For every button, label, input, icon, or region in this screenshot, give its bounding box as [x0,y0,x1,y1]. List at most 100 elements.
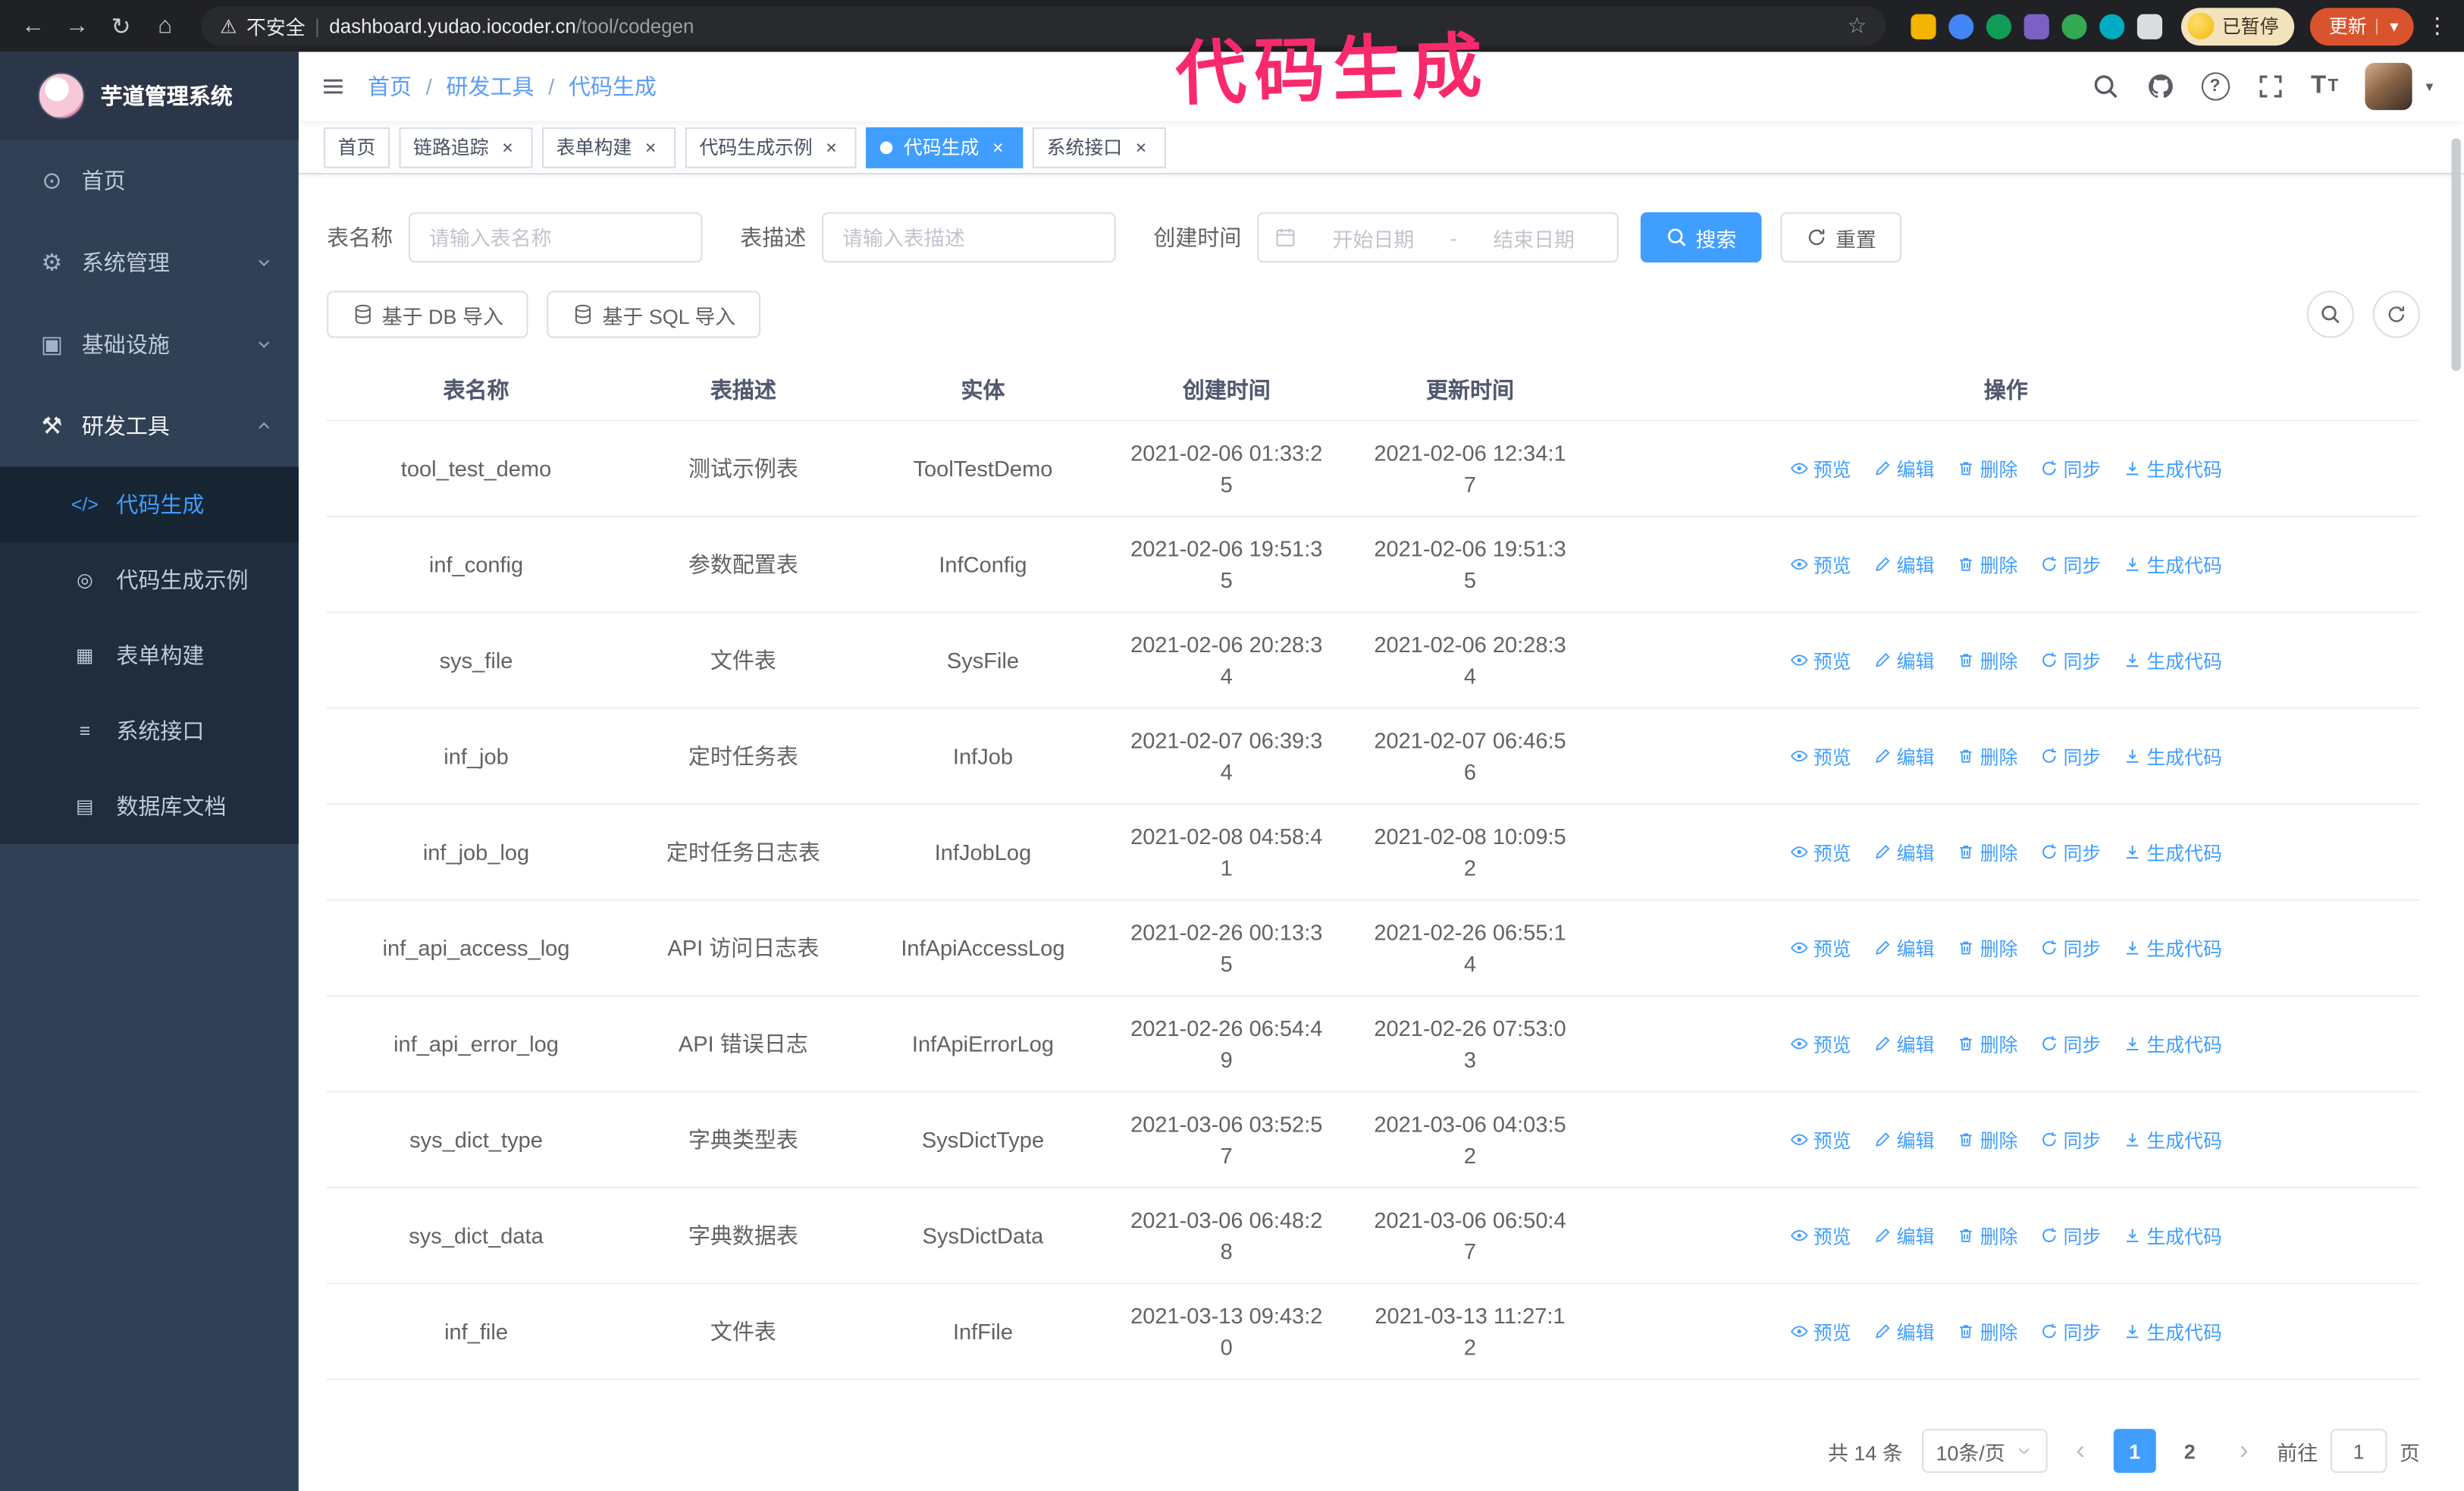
extension-icon[interactable] [2099,13,2125,39]
edit-link[interactable]: 编辑 [1873,551,1934,577]
search-icon[interactable] [2091,72,2119,100]
create-time-range-picker[interactable]: 开始日期 - 结束日期 [1257,212,1619,263]
close-icon[interactable]: × [640,136,662,158]
delete-link[interactable]: 删除 [1956,1126,2017,1153]
browser-address-bar[interactable]: ⚠ 不安全 | dashboard.yudao.iocoder.cn/tool/… [201,6,1886,46]
browser-update-button[interactable]: 更新 ▼ [2309,7,2414,46]
goto-page-input[interactable] [2330,1429,2387,1474]
sidebar-item-devtools[interactable]: ⚒ 研发工具 [0,385,299,467]
edit-link[interactable]: 编辑 [1873,455,1934,482]
refresh-table-button[interactable] [2372,290,2420,338]
close-icon[interactable]: × [1130,136,1152,158]
preview-link[interactable]: 预览 [1790,1223,1851,1249]
preview-link[interactable]: 预览 [1790,551,1851,577]
table-desc-input[interactable] [822,212,1116,263]
extension-icon[interactable] [1911,13,1936,39]
next-page-button[interactable]: › [2224,1429,2265,1473]
close-icon[interactable]: × [987,136,1009,158]
import-sql-button[interactable]: 基于 SQL 导入 [547,290,761,338]
sync-link[interactable]: 同步 [2039,1223,2101,1249]
toggle-search-button[interactable] [2306,290,2354,338]
browser-forward-button[interactable]: → [57,5,98,46]
delete-link[interactable]: 删除 [1956,551,2017,577]
browser-reload-button[interactable]: ↻ [101,5,142,46]
preview-link[interactable]: 预览 [1790,1031,1851,1057]
delete-link[interactable]: 删除 [1956,455,2017,482]
app-logo[interactable]: 芋道管理系统 [0,52,299,140]
delete-link[interactable]: 删除 [1956,934,2017,961]
sync-link[interactable]: 同步 [2039,1031,2101,1057]
edit-link[interactable]: 编辑 [1873,1031,1934,1057]
generate-code-link[interactable]: 生成代码 [2123,1031,2222,1057]
sidebar-item-system[interactable]: ⚙ 系统管理 [0,221,299,303]
tab-form-builder[interactable]: 表单构建 × [542,126,676,168]
sidebar-item-home[interactable]: ⊙ 首页 [0,140,299,221]
breadcrumb-devtools[interactable]: 研发工具 [446,71,534,102]
delete-link[interactable]: 删除 [1956,742,2017,769]
edit-link[interactable]: 编辑 [1873,647,1934,673]
prev-page-button[interactable]: ‹ [2060,1429,2101,1473]
generate-code-link[interactable]: 生成代码 [2123,647,2222,673]
delete-link[interactable]: 删除 [1956,1318,2017,1345]
table-name-input[interactable] [408,212,703,263]
delete-link[interactable]: 删除 [1956,1223,2017,1249]
generate-code-link[interactable]: 生成代码 [2123,839,2222,865]
preview-link[interactable]: 预览 [1790,647,1851,673]
preview-link[interactable]: 预览 [1790,1318,1851,1345]
delete-link[interactable]: 删除 [1956,647,2017,673]
help-icon[interactable]: ? [2200,72,2230,101]
preview-link[interactable]: 预览 [1790,839,1851,865]
delete-link[interactable]: 删除 [1956,1031,2017,1057]
font-size-icon[interactable]: TT [2311,72,2338,100]
avatar-caret-icon[interactable]: ▼ [2423,80,2435,94]
page-scrollbar-thumb[interactable] [2451,138,2461,372]
sync-link[interactable]: 同步 [2039,551,2101,577]
sidebar-toggle-button[interactable] [321,74,346,99]
browser-back-button[interactable]: ← [13,5,54,46]
sidebar-item-system-api[interactable]: ≡ 系统接口 [0,693,299,768]
tab-system-api[interactable]: 系统接口 × [1032,126,1167,168]
extension-icon[interactable] [1948,13,1974,39]
edit-link[interactable]: 编辑 [1873,1223,1934,1249]
generate-code-link[interactable]: 生成代码 [2123,742,2222,769]
sidebar-item-infrastructure[interactable]: ▣ 基础设施 [0,303,299,385]
edit-link[interactable]: 编辑 [1873,1126,1934,1153]
delete-link[interactable]: 删除 [1956,839,2017,865]
close-icon[interactable]: × [820,136,842,158]
preview-link[interactable]: 预览 [1790,1126,1851,1153]
sync-link[interactable]: 同步 [2039,1126,2101,1153]
sync-link[interactable]: 同步 [2039,934,2101,961]
user-avatar[interactable] [2365,62,2412,111]
generate-code-link[interactable]: 生成代码 [2123,1318,2222,1345]
extension-icon[interactable] [2061,13,2087,39]
close-icon[interactable]: × [497,136,519,158]
edit-link[interactable]: 编辑 [1873,742,1934,769]
sidebar-item-codegen-example[interactable]: ◎ 代码生成示例 [0,542,299,617]
puzzle-extension-icon[interactable] [2136,13,2163,39]
extension-icon[interactable] [1986,13,2012,39]
github-icon[interactable] [2146,72,2174,100]
extension-icon[interactable] [2024,13,2049,39]
preview-link[interactable]: 预览 [1790,742,1851,769]
bookmark-star-icon[interactable]: ☆ [1847,13,1867,39]
page-size-select[interactable]: 10条/页 [1921,1429,2048,1474]
edit-link[interactable]: 编辑 [1873,934,1934,961]
sync-link[interactable]: 同步 [2039,742,2101,769]
sync-link[interactable]: 同步 [2039,1318,2101,1345]
generate-code-link[interactable]: 生成代码 [2123,1223,2222,1249]
edit-link[interactable]: 编辑 [1873,1318,1934,1345]
generate-code-link[interactable]: 生成代码 [2123,551,2222,577]
preview-link[interactable]: 预览 [1790,934,1851,961]
tab-codegen[interactable]: 代码生成 × [866,126,1024,168]
sync-link[interactable]: 同步 [2039,839,2101,865]
search-button[interactable]: 搜索 [1640,212,1762,263]
browser-home-button[interactable]: ⌂ [145,5,186,46]
preview-link[interactable]: 预览 [1790,455,1851,482]
tab-codegen-example[interactable]: 代码生成示例 × [685,126,857,168]
reset-button[interactable]: 重置 [1780,212,1902,263]
sync-link[interactable]: 同步 [2039,455,2101,482]
generate-code-link[interactable]: 生成代码 [2123,934,2222,961]
browser-menu-kebab-icon[interactable]: ⋮ [2426,13,2448,39]
browser-profile-chip[interactable]: 已暂停 [2181,7,2295,46]
tab-home[interactable]: 首页 [323,126,390,168]
